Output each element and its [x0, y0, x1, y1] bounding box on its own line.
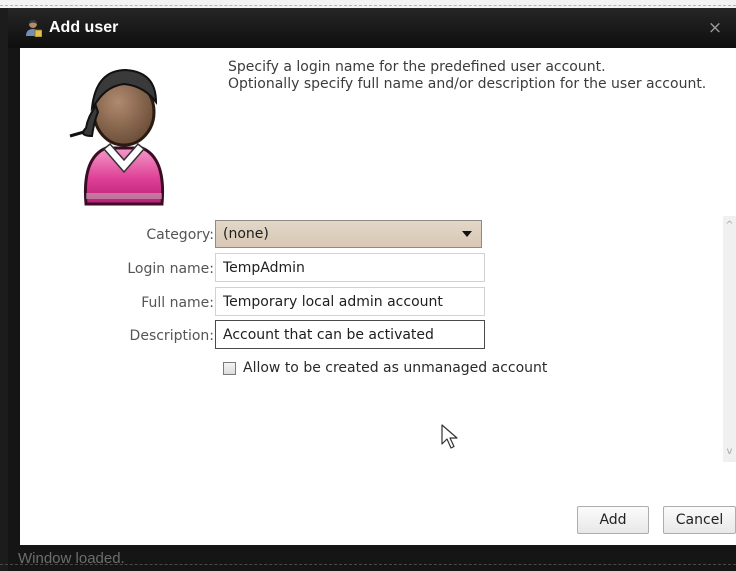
full-name-field[interactable] [215, 287, 485, 316]
top-dashed-line [0, 5, 736, 6]
chevron-down-icon [462, 231, 472, 237]
login-name-field[interactable] [215, 253, 485, 282]
dialog-content: Specify a login name for the predefined … [20, 48, 736, 545]
add-button[interactable]: Add [577, 506, 649, 534]
status-bar: Window loaded. [8, 545, 736, 571]
bottom-dashed-line [0, 564, 736, 565]
title-bar[interactable]: Add user × [8, 8, 736, 48]
add-user-dialog: Add user × Specify a login name for the … [8, 8, 736, 571]
mouse-cursor-icon [441, 424, 458, 449]
category-value: (none) [223, 226, 269, 242]
unmanaged-checkbox-label[interactable]: Allow to be created as unmanaged account [243, 359, 547, 377]
intro-line-2: Optionally specify full name and/or desc… [228, 76, 707, 92]
login-name-label: Login name: [127, 261, 214, 277]
description-label: Description: [129, 328, 214, 344]
intro-line-1: Specify a login name for the predefined … [228, 59, 606, 75]
category-label: Category: [146, 227, 214, 243]
category-dropdown[interactable]: (none) [215, 220, 482, 248]
vertical-scrollbar[interactable]: ^ v [723, 216, 736, 462]
cancel-button[interactable]: Cancel [663, 506, 736, 534]
status-text: Window loaded. [18, 550, 125, 567]
dialog-title: Add user [49, 19, 119, 36]
scroll-up-icon[interactable]: ^ [723, 220, 736, 232]
top-strip [0, 0, 736, 8]
user-avatar-icon [69, 68, 165, 206]
intro-text: Specify a login name for the predefined … [228, 59, 706, 93]
unmanaged-checkbox[interactable] [223, 362, 236, 375]
scroll-down-icon[interactable]: v [723, 446, 736, 458]
description-field[interactable] [215, 320, 485, 349]
user-icon [26, 20, 42, 37]
full-name-label: Full name: [141, 295, 214, 311]
close-icon[interactable]: × [702, 16, 728, 40]
